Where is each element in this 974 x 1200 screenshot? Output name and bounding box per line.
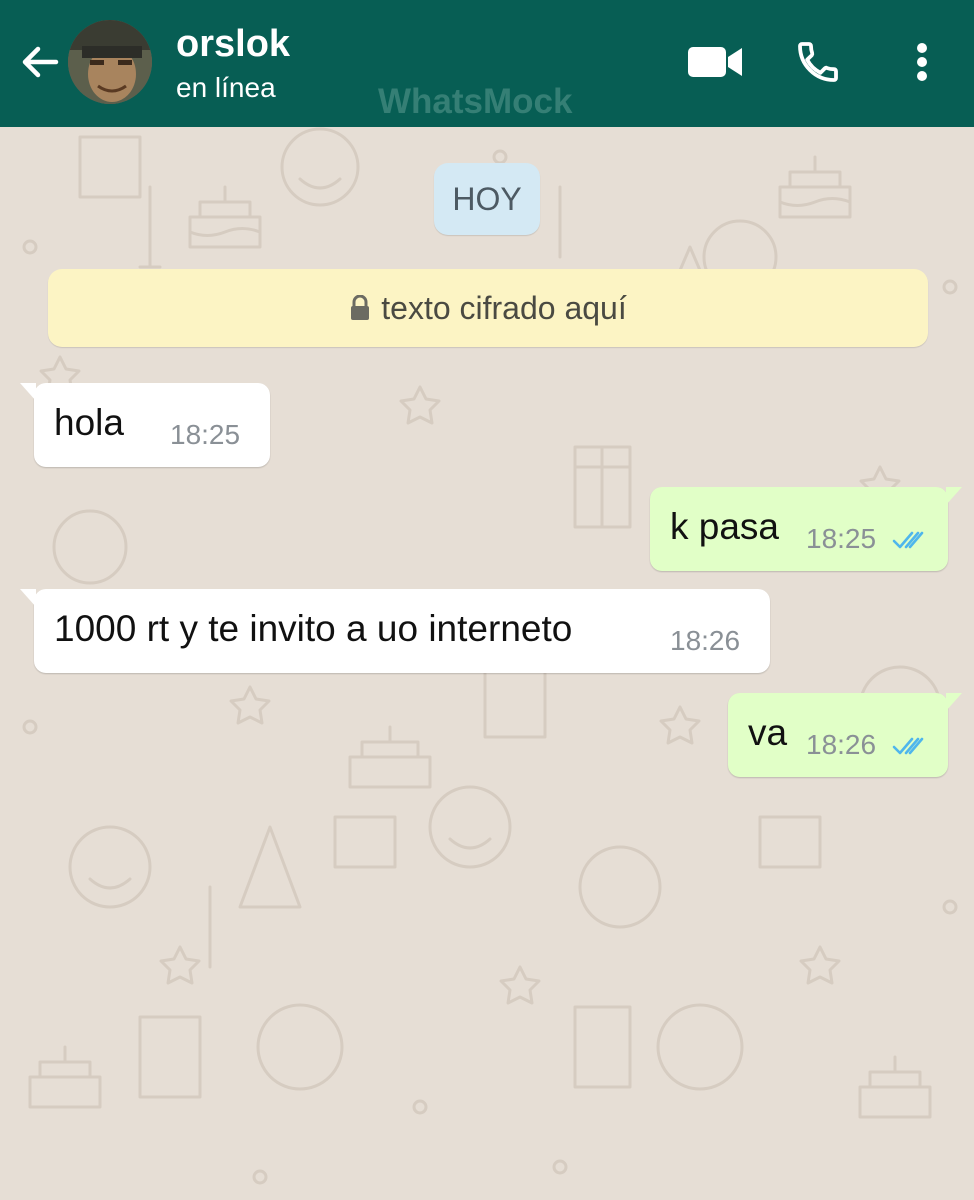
message-text: 1000 rt y te invito a uo interneto <box>54 608 573 649</box>
encryption-notice[interactable]: texto cifrado aquí <box>48 269 928 347</box>
video-camera-icon <box>688 47 742 77</box>
bubble-tail <box>20 383 36 401</box>
message-text: k pasa <box>670 506 780 547</box>
bubble-tail <box>946 693 962 711</box>
message-time: 18:25 <box>806 523 877 554</box>
message-time: 18:26 <box>670 625 741 656</box>
double-check-read-icon <box>892 531 924 549</box>
message-bubble-outgoing[interactable]: va 18:26 <box>728 693 962 777</box>
date-separator: HOY <box>434 163 540 235</box>
bubble-tail <box>20 589 36 607</box>
video-call-button[interactable] <box>686 38 746 86</box>
avatar-image <box>68 20 152 104</box>
message-bubble-incoming[interactable]: hola 18:25 <box>20 383 270 467</box>
chat-screen: orslok en línea WhatsMock HOY texto cifr… <box>0 0 974 1200</box>
message-time: 18:26 <box>806 729 877 760</box>
contact-avatar[interactable] <box>68 20 152 104</box>
phone-icon <box>798 42 838 82</box>
voice-call-button[interactable] <box>792 38 844 86</box>
message-time: 18:25 <box>170 419 241 450</box>
contact-status: en línea <box>176 72 276 103</box>
message-text: va <box>748 712 788 753</box>
arrow-left-icon <box>22 46 59 78</box>
watermark-text: WhatsMock <box>378 82 573 121</box>
message-bubble-outgoing[interactable]: k pasa 18:25 <box>650 487 962 571</box>
double-check-read-icon <box>892 737 924 755</box>
contact-name[interactable]: orslok <box>176 22 290 66</box>
message-bubble-incoming[interactable]: 1000 rt y te invito a uo interneto 18:26 <box>20 589 770 673</box>
encryption-notice-text: texto cifrado aquí <box>381 290 627 326</box>
chat-header: orslok en línea WhatsMock <box>0 0 974 127</box>
message-text: hola <box>54 402 124 443</box>
more-vertical-icon <box>917 43 927 81</box>
overflow-menu-button[interactable] <box>902 38 942 86</box>
message-list[interactable]: HOY texto cifrado aquí hola 18:25 k pasa… <box>0 127 974 1200</box>
lock-icon <box>351 294 370 320</box>
bubble-tail <box>946 487 962 505</box>
back-button[interactable] <box>18 40 62 84</box>
